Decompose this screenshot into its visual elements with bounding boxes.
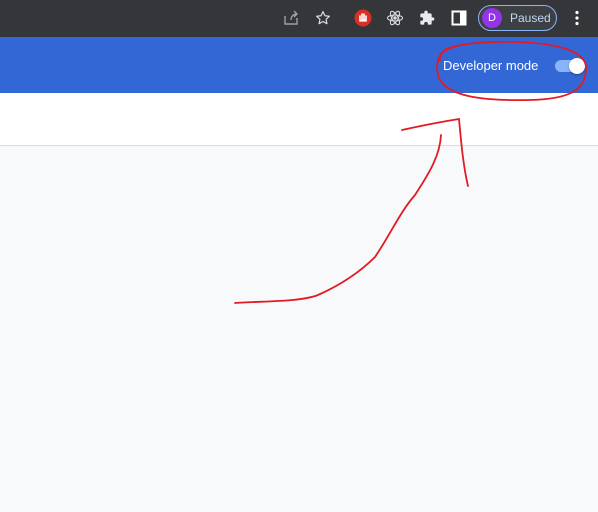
extensions-subheader [0,93,598,146]
react-devtools-icon[interactable] [385,8,405,28]
avatar: D [482,8,502,28]
browser-toolbar: D Paused [0,0,598,37]
developer-mode-toggle[interactable] [555,58,587,74]
bookmark-star-icon[interactable] [313,8,333,28]
more-menu-icon[interactable] [567,8,587,28]
side-panel-icon[interactable] [449,8,469,28]
hand-extension-icon[interactable] [353,8,373,28]
profile-status: Paused [510,11,551,25]
developer-mode-label: Developer mode [443,58,539,73]
toggle-knob [569,58,585,74]
annotation-arrow-shaft [234,134,442,304]
puzzle-extensions-icon[interactable] [417,8,437,28]
profile-button[interactable]: D Paused [478,5,557,31]
extensions-header: Developer mode [0,37,598,93]
share-icon[interactable] [281,8,301,28]
